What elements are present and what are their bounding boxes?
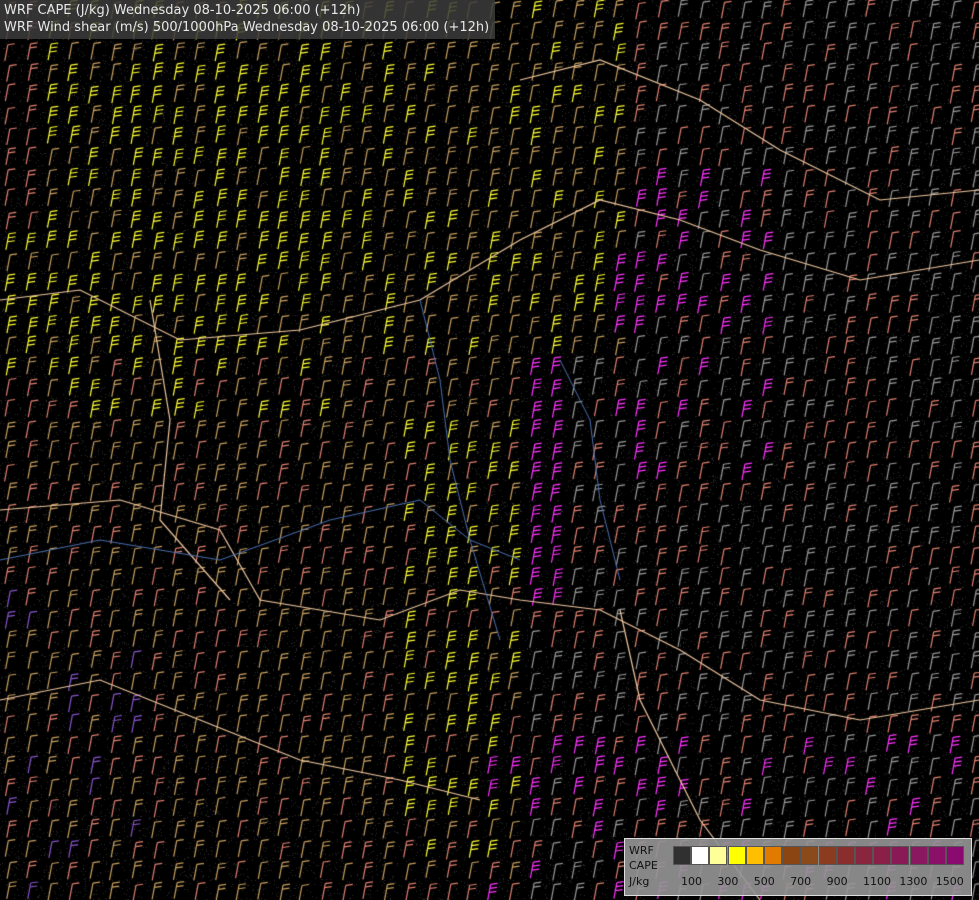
legend-tick-label: 1100 bbox=[863, 875, 891, 888]
legend-swatch bbox=[764, 846, 782, 865]
weather-map bbox=[0, 0, 979, 900]
legend-swatch bbox=[727, 846, 746, 865]
legend-field-label: CAPE bbox=[629, 859, 658, 872]
legend-swatch bbox=[836, 846, 855, 865]
legend-swatch bbox=[927, 846, 946, 865]
legend-swatch bbox=[855, 846, 873, 865]
legend-tick-label: 1300 bbox=[899, 875, 928, 888]
legend-tick-label: 100 bbox=[681, 875, 702, 888]
legend-swatch bbox=[745, 846, 764, 865]
legend-tick-label: 700 bbox=[790, 875, 812, 888]
legend-model-label: WRF bbox=[629, 844, 654, 857]
legend-swatch bbox=[691, 846, 710, 865]
legend-swatch bbox=[709, 846, 728, 865]
legend-swatch bbox=[800, 846, 819, 865]
legend-tick-label: 900 bbox=[826, 875, 848, 888]
legend-swatch bbox=[873, 846, 892, 865]
legend-swatch bbox=[891, 846, 910, 865]
legend-swatch bbox=[818, 846, 837, 865]
legend-tick-label: 1500 bbox=[935, 875, 964, 888]
legend-tick-label: 300 bbox=[717, 875, 739, 888]
legend-tick-label: 500 bbox=[753, 875, 775, 888]
map-title: WRF CAPE (J/kg) Wednesday 08-10-2025 06:… bbox=[0, 0, 496, 39]
cape-title: WRF CAPE (J/kg) Wednesday 08-10-2025 06:… bbox=[4, 3, 361, 18]
legend-swatch bbox=[946, 846, 964, 865]
legend-unit-label: J/kg bbox=[629, 875, 650, 888]
legend-swatch bbox=[909, 846, 928, 865]
legend-swatch bbox=[782, 846, 801, 865]
wind-shear-title: WRF Wind shear (m/s) 500/1000hPa Wednesd… bbox=[4, 20, 490, 35]
legend-swatch bbox=[673, 846, 691, 865]
cape-legend: WRF CAPE J/kg 100 300 500 700 900 1100 1300 150… bbox=[624, 838, 972, 896]
